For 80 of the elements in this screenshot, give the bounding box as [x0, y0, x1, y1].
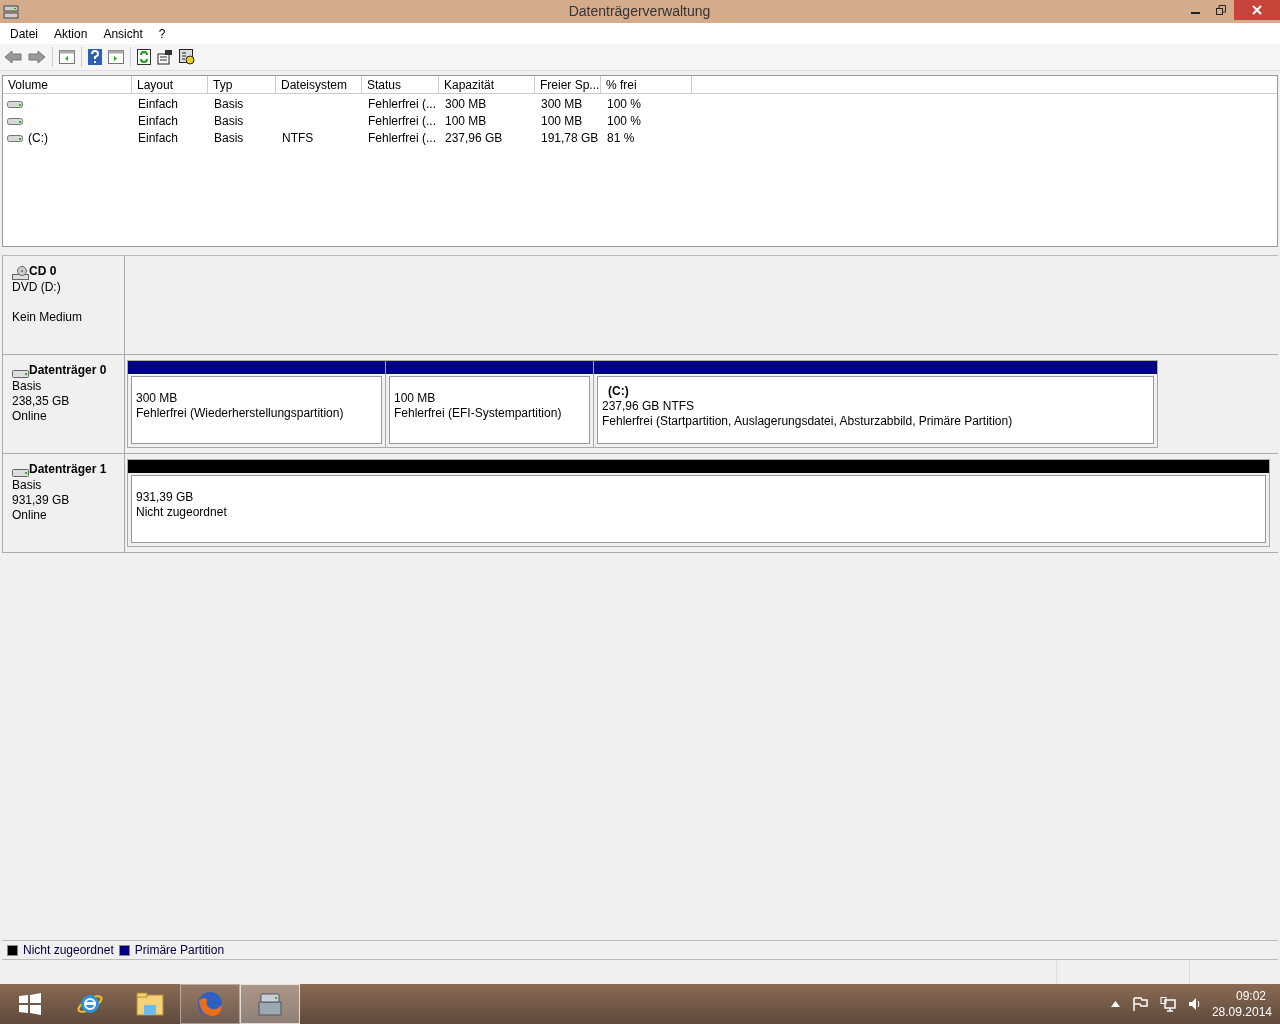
legend-label: Nicht zugeordnet — [23, 942, 114, 959]
column-header[interactable]: Typ — [208, 76, 276, 93]
disk-info: 238,35 GB — [12, 394, 71, 409]
panel-icon[interactable] — [59, 50, 75, 64]
column-header[interactable]: Freier Sp... — [535, 76, 601, 93]
partition-info: Fehlerfrei (EFI-Systempartition) — [394, 406, 563, 421]
table-cell-text: NTFS — [282, 129, 314, 147]
optical-drive-icon — [12, 266, 29, 280]
table-cell-text: 237,96 GB — [445, 129, 503, 147]
partition-info: 237,96 GB NTFS — [602, 398, 696, 414]
close-button[interactable] — [1234, 0, 1280, 20]
partition-info: 300 MB — [136, 391, 179, 406]
close-icon — [1252, 5, 1262, 15]
table-cell-text: Einfach — [138, 95, 179, 113]
partition-info: 931,39 GB — [136, 490, 195, 505]
drive-icon — [7, 98, 23, 109]
partition-info: 100 MB — [394, 391, 437, 406]
menu-item[interactable]: Aktion — [47, 24, 95, 43]
flag-icon[interactable] — [1131, 997, 1148, 1011]
table-cell-text: 100 MB — [445, 112, 487, 130]
disk-name: CD 0 — [29, 263, 57, 280]
table-cell-text: 300 MB — [445, 95, 487, 113]
back-arrow-icon[interactable] — [4, 50, 22, 64]
disk-name: Datenträger 1 — [29, 461, 107, 478]
fox-globe-icon — [195, 989, 225, 1019]
help-icon[interactable] — [88, 49, 102, 65]
column-header[interactable]: Status — [362, 76, 439, 93]
drive-icon — [7, 132, 23, 143]
legend-label: Primäre Partition — [134, 942, 225, 959]
window-title: Datenträgerverwaltung — [568, 2, 711, 21]
table-cell-text: 81 % — [607, 129, 635, 147]
column-header[interactable]: % frei — [601, 76, 692, 93]
table-cell-text: Fehlerfrei (... — [368, 112, 436, 130]
properties-icon[interactable] — [157, 49, 173, 65]
table-cell-text: 100 % — [607, 112, 642, 130]
menu-item[interactable]: ? — [151, 24, 173, 43]
table-cell-text: (C:) — [28, 129, 48, 147]
disk-info: DVD (D:) — [12, 280, 62, 295]
disk-info: 931,39 GB — [12, 493, 71, 508]
disk-management-icon — [3, 3, 19, 20]
column-header[interactable]: Layout — [132, 76, 208, 93]
column-header[interactable]: Dateisystem — [276, 76, 362, 93]
network-icon[interactable] — [1159, 996, 1176, 1012]
table-cell-text: Basis — [214, 129, 244, 147]
table-cell-text: Basis — [214, 112, 244, 130]
table-cell-text: Fehlerfrei (... — [368, 129, 436, 147]
partition-info: Fehlerfrei (Wiederherstellungspartition) — [136, 406, 345, 421]
restore-icon — [1216, 5, 1226, 15]
panel-icon[interactable] — [108, 50, 124, 64]
minimize-icon — [1190, 12, 1200, 14]
settings-icon[interactable] — [179, 49, 195, 65]
menu-item[interactable]: Ansicht — [96, 24, 150, 43]
table-cell-text: 100 MB — [541, 112, 583, 130]
forward-arrow-icon[interactable] — [28, 50, 46, 64]
disk-info: Online — [12, 409, 48, 424]
table-cell-text: 300 MB — [541, 95, 583, 113]
table-cell-text: 100 % — [607, 95, 642, 113]
table-cell-text: 191,78 GB — [541, 129, 599, 147]
menu-item[interactable]: Datei — [3, 24, 45, 43]
taskbar-button[interactable] — [240, 984, 300, 1024]
show-hidden-icons-icon[interactable] — [1110, 1001, 1120, 1007]
disk-info: Basis — [12, 379, 43, 394]
partition-info: Nicht zugeordnet — [136, 505, 228, 520]
partition-label: (C:) — [607, 383, 630, 399]
column-header[interactable]: Volume — [3, 76, 132, 93]
folder-icon — [135, 989, 165, 1019]
column-header[interactable]: Kapazität — [439, 76, 535, 93]
disk-info: Kein Medium — [12, 310, 84, 325]
disk-name: Datenträger 0 — [29, 362, 107, 379]
disk-info: Basis — [12, 478, 43, 493]
table-cell-text: Fehlerfrei (... — [368, 95, 436, 113]
speaker-icon[interactable] — [1187, 997, 1202, 1011]
table-cell-text: Einfach — [138, 129, 179, 147]
table-cell-text: Basis — [214, 95, 244, 113]
drive-icon — [7, 115, 23, 126]
refresh-icon[interactable] — [137, 49, 151, 65]
table-cell-text: Einfach — [138, 112, 179, 130]
disk-info: Online — [12, 508, 48, 523]
partition-info: Fehlerfrei (Startpartition, Auslagerungsdatei, Absturzabbild, Primäre Partition) — [602, 413, 1014, 429]
clock[interactable]: 09:02 28.09.2014 — [1211, 988, 1272, 1020]
